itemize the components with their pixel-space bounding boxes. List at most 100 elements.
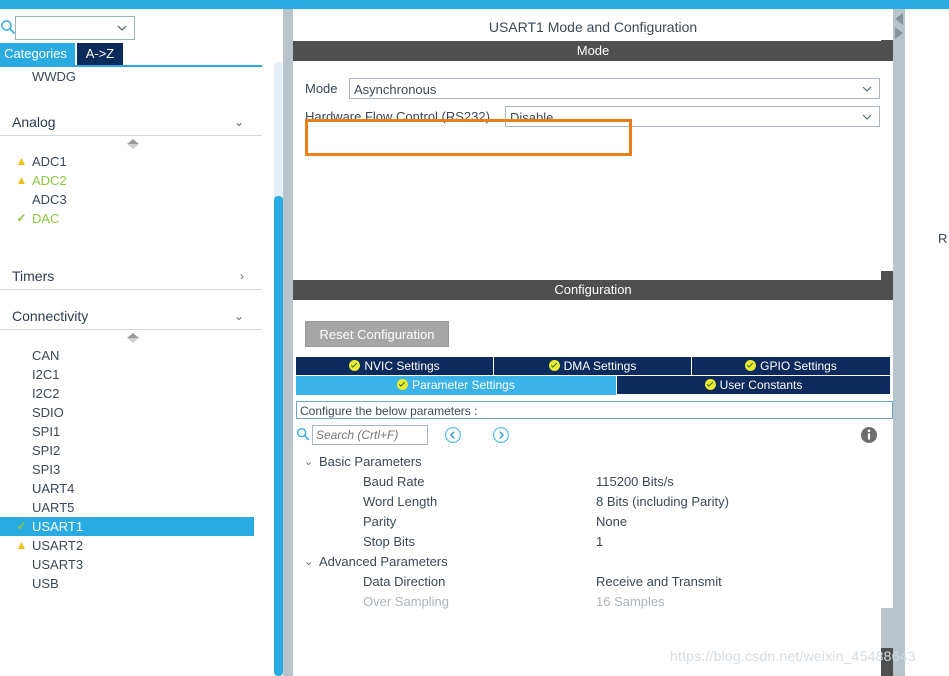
info-icon[interactable]	[860, 426, 878, 444]
parameter-name: Word Length	[363, 494, 438, 509]
list-item-usart2[interactable]: ▲ USART2	[0, 536, 262, 555]
list-item-uart4[interactable]: UART4	[0, 479, 262, 498]
parameter-row-data-direction[interactable]: Data Direction Receive and Transmit	[296, 572, 890, 592]
reset-configuration-button[interactable]: Reset Configuration	[305, 321, 449, 347]
list-item-spi1[interactable]: SPI1	[0, 422, 262, 441]
peripheral-label: ADC3	[32, 192, 67, 207]
parameter-name: Over Sampling	[363, 594, 449, 609]
parameter-row-parity[interactable]: Parity None	[296, 512, 890, 532]
tab-a-to-z[interactable]: A->Z	[77, 43, 123, 65]
list-item-usart3[interactable]: USART3	[0, 555, 262, 574]
list-item-spi3[interactable]: SPI3	[0, 460, 262, 479]
mode-field-label: Mode	[305, 81, 338, 96]
parameter-value: 115200 Bits/s	[596, 474, 674, 489]
panel-divider	[283, 9, 293, 676]
peripheral-label: SPI3	[32, 462, 61, 477]
gear-icon[interactable]	[261, 24, 262, 44]
group-label: Analog	[12, 114, 56, 130]
parameter-value: 8 Bits (including Parity)	[596, 494, 729, 509]
sidebar-tabs: Categories A->Z	[0, 43, 262, 67]
cubemx-window: ▾ Software Packs	[0, 0, 949, 676]
parameter-tree: ⌄ Basic Parameters Baud Rate 115200 Bits…	[296, 452, 890, 612]
flow-control-label: Hardware Flow Control (RS232)	[305, 109, 490, 124]
tab-nvic-settings[interactable]: NVIC Settings	[296, 357, 493, 375]
sidebar-group-timers[interactable]: Timers ›	[0, 262, 262, 290]
scroll-up-arrow-icon[interactable]	[893, 12, 905, 26]
tab-parameter-settings[interactable]: Parameter Settings	[296, 376, 616, 395]
watermark: https://blog.csdn.net/weixin_45488643	[670, 648, 916, 664]
list-item-i2c2[interactable]: I2C2	[0, 384, 262, 403]
list-item-usart1[interactable]: ✓ USART1	[0, 517, 254, 536]
parameter-search-input[interactable]	[312, 425, 428, 445]
list-item-wwdg[interactable]: WWDG	[0, 67, 262, 86]
check-badge-icon	[397, 379, 409, 390]
parameter-group-advanced[interactable]: ⌄ Advanced Parameters	[296, 552, 890, 572]
peripheral-label: UART4	[32, 481, 75, 496]
check-icon: ✓	[16, 519, 27, 533]
search-icon	[296, 427, 310, 441]
parameter-name: Stop Bits	[363, 534, 416, 549]
list-item-adc1[interactable]: ▲ ADC1	[0, 152, 262, 171]
parameter-name: Data Direction	[363, 574, 446, 589]
tab-user-constants[interactable]: User Constants	[617, 376, 890, 394]
list-item-adc2[interactable]: ▲ ADC2	[0, 171, 262, 190]
chevron-down-icon	[861, 111, 873, 123]
tab-gpio-settings[interactable]: GPIO Settings	[692, 357, 890, 375]
list-item-uart5[interactable]: UART5	[0, 498, 262, 517]
list-item-spi2[interactable]: SPI2	[0, 441, 262, 460]
tab-label: Parameter Settings	[412, 378, 515, 392]
peripheral-list: WWDG Analog ⌄ ▲ ADC1 ▲ ADC2 ADC3 ✓ DAC T…	[0, 67, 262, 676]
peripheral-label: USART3	[32, 557, 84, 572]
peripheral-sidebar: Categories A->Z WWDG Analog ⌄ ▲ ADC1 ▲ A…	[0, 9, 262, 676]
parameter-name: Baud Rate	[363, 474, 425, 489]
mode-select[interactable]: Asynchronous	[349, 78, 880, 99]
check-badge-icon	[745, 360, 757, 371]
sidebar-group-connectivity[interactable]: Connectivity ⌄	[0, 302, 262, 330]
parameter-row-baud-rate[interactable]: Baud Rate 115200 Bits/s	[296, 472, 890, 492]
check-badge-icon	[704, 379, 716, 390]
list-item-can[interactable]: CAN	[0, 346, 262, 365]
peripheral-label: UART5	[32, 500, 75, 515]
right-margin: R	[905, 9, 949, 676]
config-tabs-row-2: Parameter Settings User Constants	[296, 376, 890, 395]
peripheral-label: ADC2	[32, 173, 67, 188]
right-scrollbar-thumb[interactable]	[881, 608, 893, 648]
right-panel-divider	[893, 9, 905, 676]
list-item-adc3[interactable]: ADC3	[0, 190, 262, 209]
sidebar-scrollbar-thumb[interactable]	[274, 196, 283, 676]
flow-control-field-row: Hardware Flow Control (RS232) Disable	[305, 106, 885, 127]
parameter-group-basic[interactable]: ⌄ Basic Parameters	[296, 452, 890, 472]
list-item-usb[interactable]: USB	[0, 574, 262, 593]
configure-parameters-banner: Configure the below parameters :	[296, 401, 893, 419]
list-scroll-nub[interactable]	[0, 136, 262, 152]
parameter-group-label: Advanced Parameters	[319, 554, 448, 569]
parameter-name: Parity	[363, 514, 397, 529]
list-item-sdio[interactable]: SDIO	[0, 403, 262, 422]
scroll-marker-mid	[881, 271, 893, 291]
configuration-section-header: Configuration	[293, 280, 893, 300]
tab-categories[interactable]: Categories	[0, 43, 75, 65]
chevron-right-circle-icon[interactable]	[492, 426, 510, 444]
sidebar-group-analog[interactable]: Analog ⌄	[0, 108, 262, 136]
chevron-left-circle-icon[interactable]	[444, 426, 462, 444]
list-scroll-nub[interactable]	[0, 330, 262, 346]
parameter-row-word-length[interactable]: Word Length 8 Bits (including Parity)	[296, 492, 890, 512]
scroll-marker-top	[881, 40, 893, 58]
warning-icon: ▲	[15, 538, 28, 552]
peripheral-label: WWDG	[32, 69, 77, 84]
list-item-dac[interactable]: ✓ DAC	[0, 209, 262, 228]
parameter-value: Receive and Transmit	[596, 574, 722, 589]
parameter-search-row	[296, 423, 890, 447]
list-item-i2c1[interactable]: I2C1	[0, 365, 262, 384]
search-input[interactable]	[15, 16, 135, 40]
peripheral-label: CAN	[32, 348, 60, 363]
parameter-row-stop-bits[interactable]: Stop Bits 1	[296, 532, 890, 552]
check-badge-icon	[349, 360, 361, 371]
page-title: USART1 Mode and Configuration	[488, 19, 698, 35]
scroll-down-arrow-icon[interactable]	[893, 26, 905, 40]
flow-control-select[interactable]: Disable	[505, 106, 880, 127]
tab-dma-settings[interactable]: DMA Settings	[494, 357, 691, 375]
parameter-row-over-sampling: Over Sampling 16 Samples	[296, 592, 890, 612]
configure-parameters-text: Configure the below parameters :	[300, 404, 478, 418]
flow-control-value: Disable	[510, 110, 554, 125]
